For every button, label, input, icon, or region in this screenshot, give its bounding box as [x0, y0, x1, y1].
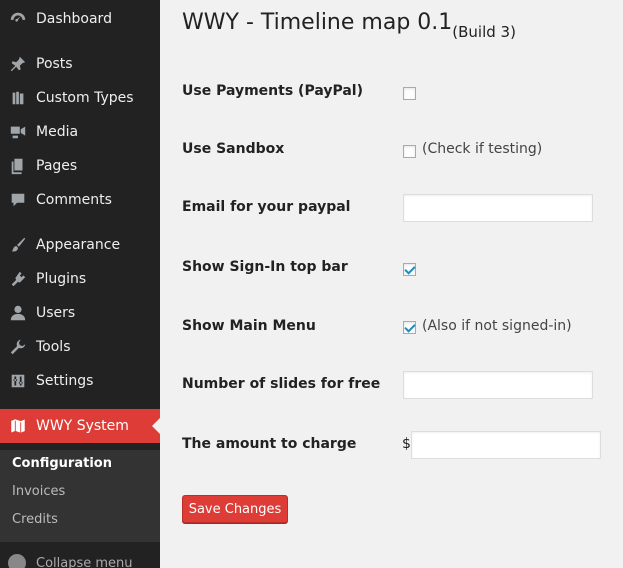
sidebar-item-tools[interactable]: Tools: [0, 330, 160, 364]
use-sandbox-label: Use Sandbox: [182, 141, 285, 157]
build-label: (Build 3): [452, 23, 516, 41]
dashboard-icon: [8, 9, 28, 29]
page-title-text: WWY - Timeline map 0.1: [182, 10, 453, 35]
sidebar-item-custom-types[interactable]: Custom Types: [0, 81, 160, 115]
show-signin-checkbox[interactable]: [403, 263, 416, 276]
custom-types-icon: [8, 88, 28, 108]
map-icon: [8, 416, 28, 436]
sidebar-item-label: Settings: [36, 373, 94, 389]
sidebar-item-label: WWY System: [36, 418, 129, 434]
sidebar-item-media[interactable]: Media: [0, 115, 160, 149]
sidebar-item-label: Plugins: [36, 271, 87, 287]
show-signin-label: Show Sign-In top bar: [182, 259, 348, 275]
sidebar-item-label: Pages: [36, 158, 78, 174]
save-changes-button[interactable]: Save Changes: [182, 495, 288, 523]
sidebar-item-wwy-system[interactable]: WWY System: [0, 409, 160, 443]
sidebar-item-pages[interactable]: Pages: [0, 149, 160, 183]
active-indicator-arrow: [152, 418, 160, 434]
sidebar-item-label: Media: [36, 124, 79, 140]
sidebar-item-settings[interactable]: Settings: [0, 364, 160, 398]
media-icon: [8, 122, 28, 142]
sidebar-item-label: Comments: [36, 192, 112, 208]
sidebar-item-dashboard[interactable]: Dashboard: [0, 2, 160, 36]
wrench-icon: [8, 337, 28, 357]
submenu-item-invoices[interactable]: Invoices: [12, 484, 65, 499]
amount-label: The amount to charge: [182, 436, 357, 452]
wwy-submenu: Configuration Invoices Credits: [0, 450, 160, 542]
sidebar-item-appearance[interactable]: Appearance: [0, 228, 160, 262]
collapse-label: Collapse menu: [36, 555, 133, 568]
pages-icon: [8, 156, 28, 176]
currency-symbol: $: [402, 436, 411, 452]
submenu-item-configuration[interactable]: Configuration: [12, 456, 112, 471]
sidebar-item-label: Custom Types: [36, 90, 134, 106]
sidebar-item-label: Appearance: [36, 237, 121, 253]
settings-icon: [8, 371, 28, 391]
show-menu-checkbox[interactable]: [403, 321, 416, 334]
pin-icon: [8, 54, 28, 74]
slides-field[interactable]: [403, 371, 593, 399]
email-label: Email for your paypal: [182, 199, 351, 215]
submenu-item-credits[interactable]: Credits: [12, 512, 58, 527]
sidebar-item-label: Posts: [36, 56, 73, 72]
show-menu-label: Show Main Menu: [182, 318, 316, 334]
use-sandbox-checkbox[interactable]: [403, 145, 416, 158]
user-icon: [8, 303, 28, 323]
admin-sidebar: Dashboard Posts Custom Types Media Pages…: [0, 0, 160, 568]
page-title: WWY - Timeline map 0.1(Build 3): [182, 10, 516, 41]
use-payments-label: Use Payments (PayPal): [182, 83, 364, 99]
comments-icon: [8, 190, 28, 210]
plugin-icon: [8, 269, 28, 289]
slides-label: Number of slides for free: [182, 376, 381, 392]
sidebar-item-comments[interactable]: Comments: [0, 183, 160, 217]
amount-field[interactable]: [411, 431, 601, 459]
show-menu-hint: (Also if not signed-in): [422, 318, 572, 334]
use-payments-checkbox[interactable]: [403, 87, 416, 100]
sidebar-item-label: Users: [36, 305, 76, 321]
sidebar-item-posts[interactable]: Posts: [0, 47, 160, 81]
use-sandbox-hint: (Check if testing): [422, 141, 543, 157]
email-field[interactable]: [403, 194, 593, 222]
brush-icon: [8, 235, 28, 255]
sidebar-item-plugins[interactable]: Plugins: [0, 262, 160, 296]
sidebar-item-users[interactable]: Users: [0, 296, 160, 330]
sidebar-item-label: Tools: [36, 339, 71, 355]
collapse-menu-button[interactable]: Collapse menu: [0, 553, 160, 568]
sidebar-item-label: Dashboard: [36, 11, 112, 27]
collapse-icon: [8, 554, 26, 568]
